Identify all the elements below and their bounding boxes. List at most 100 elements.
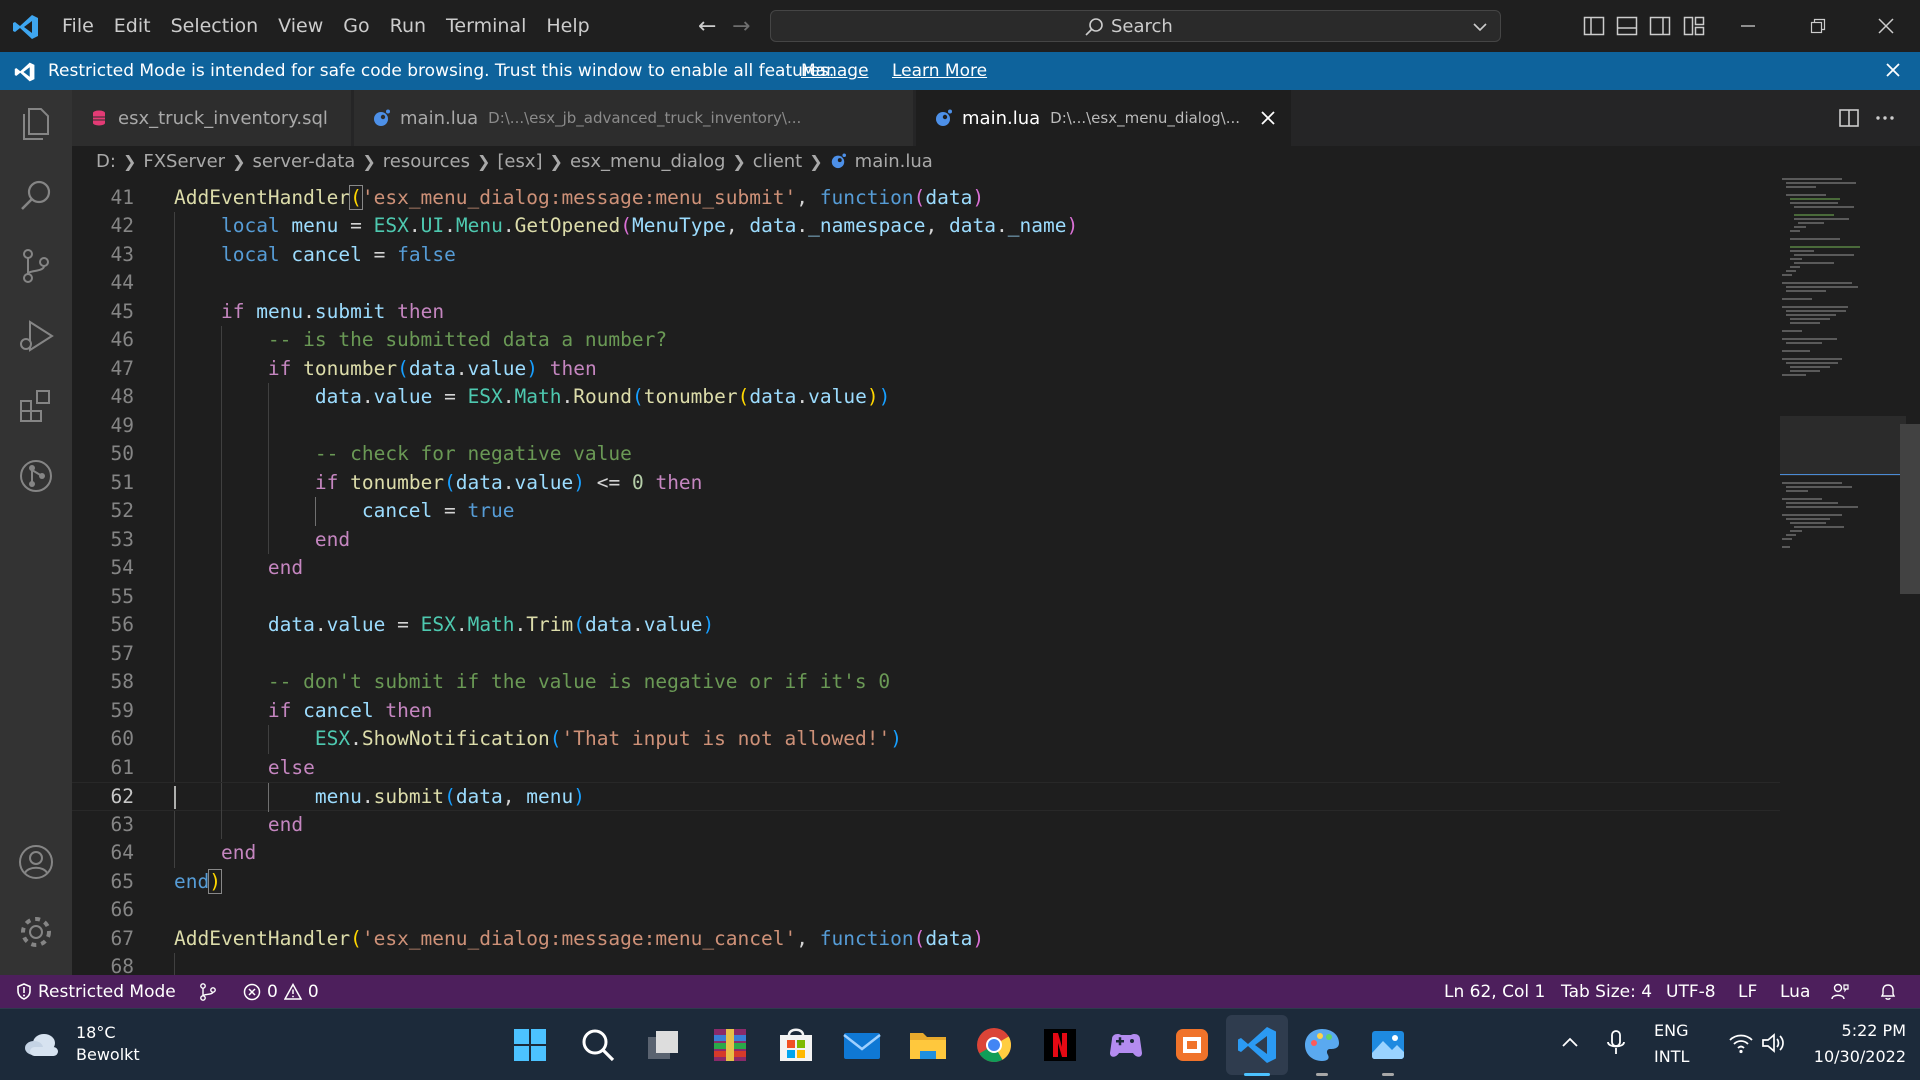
- code-line[interactable]: 66: [72, 896, 1780, 925]
- menu-go[interactable]: Go: [333, 8, 379, 44]
- code-line[interactable]: 43 local cancel = false: [72, 240, 1780, 269]
- input-language-1[interactable]: ENG: [1654, 1021, 1688, 1040]
- clock-date[interactable]: 10/30/2022: [1800, 1047, 1906, 1066]
- code-line[interactable]: 58 -- don't submit if the value is negat…: [72, 668, 1780, 697]
- chrome-icon[interactable]: [972, 1023, 1016, 1067]
- search-icon[interactable]: [16, 176, 56, 216]
- forward-arrow-icon[interactable]: →: [732, 14, 750, 39]
- notifications-bell-icon[interactable]: [1878, 982, 1898, 1002]
- input-language-2[interactable]: INTL: [1654, 1047, 1689, 1066]
- accounts-icon[interactable]: [16, 842, 56, 882]
- language-mode[interactable]: Lua: [1780, 982, 1810, 1002]
- weather-widget[interactable]: 18°C Bewolkt: [22, 1021, 162, 1069]
- split-editor-icon[interactable]: [1838, 107, 1860, 129]
- breadcrumb-item[interactable]: client: [753, 151, 802, 172]
- code-line[interactable]: 55: [72, 582, 1780, 611]
- netflix-icon[interactable]: [1038, 1023, 1082, 1067]
- code-line[interactable]: 49: [72, 411, 1780, 440]
- restore-button[interactable]: [1790, 8, 1846, 44]
- manage-gear-icon[interactable]: [16, 912, 56, 952]
- breadcrumb-item[interactable]: esx_menu_dialog: [570, 151, 725, 172]
- code-line[interactable]: 56 data.value = ESX.Math.Trim(data.value…: [72, 611, 1780, 640]
- breadcrumb-item[interactable]: server-data: [252, 151, 355, 172]
- learn-more-link[interactable]: Learn More: [892, 61, 987, 81]
- code-line[interactable]: 45 if menu.submit then: [72, 297, 1780, 326]
- code-line[interactable]: 57: [72, 639, 1780, 668]
- menu-file[interactable]: File: [52, 8, 104, 44]
- customize-layout-icon[interactable]: [1683, 15, 1705, 37]
- code-line[interactable]: 64 end: [72, 839, 1780, 868]
- minimize-button[interactable]: [1720, 8, 1776, 44]
- taskbar-search-icon[interactable]: [576, 1023, 620, 1067]
- breadcrumb-item[interactable]: resources: [383, 151, 470, 172]
- command-center-search[interactable]: Search: [770, 10, 1501, 42]
- code-line[interactable]: 68: [72, 953, 1780, 975]
- task-view-icon[interactable]: [642, 1023, 686, 1067]
- menu-help[interactable]: Help: [536, 8, 599, 44]
- encoding[interactable]: UTF-8: [1666, 982, 1716, 1002]
- code-line[interactable]: 46 -- is the submitted data a number?: [72, 326, 1780, 355]
- code-line[interactable]: 50 -- check for negative value: [72, 440, 1780, 469]
- orange-app-icon[interactable]: [1170, 1023, 1214, 1067]
- code-line[interactable]: 48 data.value = ESX.Math.Round(tonumber(…: [72, 383, 1780, 412]
- code-editor[interactable]: 40 41AddEventHandler('esx_menu_dialog:me…: [72, 176, 1920, 975]
- source-control-icon[interactable]: [16, 246, 56, 286]
- code-line[interactable]: 53 end: [72, 525, 1780, 554]
- close-window-button[interactable]: [1858, 8, 1914, 44]
- menu-view[interactable]: View: [268, 8, 333, 44]
- tab-size[interactable]: Tab Size: 4: [1561, 982, 1652, 1002]
- code-line[interactable]: 54 end: [72, 554, 1780, 583]
- explorer-icon[interactable]: [16, 104, 56, 144]
- menu-edit[interactable]: Edit: [104, 8, 161, 44]
- microsoft-store-icon[interactable]: [774, 1023, 818, 1067]
- back-arrow-icon[interactable]: ←: [698, 14, 716, 39]
- more-actions-icon[interactable]: [1874, 107, 1896, 129]
- code-line[interactable]: 51 if tonumber(data.value) <= 0 then: [72, 468, 1780, 497]
- code-line[interactable]: 63 end: [72, 810, 1780, 839]
- photos-icon[interactable]: [1366, 1023, 1410, 1067]
- code-line[interactable]: 61 else: [72, 753, 1780, 782]
- vscode-taskbar-icon[interactable]: [1236, 1023, 1280, 1067]
- tab-esx-truck-inventory-sql[interactable]: esx_truck_inventory.sql: [72, 90, 352, 146]
- vscode-logo-icon[interactable]: [12, 13, 40, 41]
- code-line[interactable]: 47 if tonumber(data.value) then: [72, 354, 1780, 383]
- file-explorer-icon[interactable]: [906, 1023, 950, 1067]
- vertical-scrollbar-thumb[interactable]: [1900, 424, 1920, 594]
- toggle-panel-icon[interactable]: [1616, 15, 1638, 37]
- toggle-primary-sidebar-icon[interactable]: [1583, 15, 1605, 37]
- clock-time[interactable]: 5:22 PM: [1826, 1021, 1906, 1040]
- toggle-secondary-sidebar-icon[interactable]: [1649, 15, 1671, 37]
- breadcrumb-item[interactable]: FXServer: [143, 151, 225, 172]
- code-line[interactable]: 44: [72, 269, 1780, 298]
- feedback-icon[interactable]: [1830, 982, 1850, 1002]
- code-line[interactable]: 42 local menu = ESX.UI.Menu.GetOpened(Me…: [72, 212, 1780, 241]
- paint-icon[interactable]: [1300, 1023, 1344, 1067]
- wifi-icon[interactable]: [1728, 1031, 1754, 1055]
- tab-main-lua-menu-dialog[interactable]: main.lua D:\...\esx_menu_dialog\...: [916, 90, 1292, 146]
- menu-run[interactable]: Run: [380, 8, 436, 44]
- run-and-debug-icon[interactable]: [16, 316, 56, 356]
- menu-selection[interactable]: Selection: [161, 8, 269, 44]
- problems-indicator[interactable]: 0 0: [243, 982, 319, 1002]
- chevron-down-icon[interactable]: [1472, 19, 1488, 35]
- code-line[interactable]: 59 if cancel then: [72, 696, 1780, 725]
- code-line-current[interactable]: 62 menu.submit(data, menu): [72, 782, 1780, 812]
- breadcrumb-item[interactable]: main.lua: [855, 151, 933, 172]
- code-line[interactable]: 40: [72, 176, 1780, 184]
- windows-start-icon[interactable]: [508, 1023, 552, 1067]
- cursor-position[interactable]: Ln 62, Col 1: [1444, 982, 1545, 1002]
- breadcrumb-item[interactable]: [esx]: [497, 151, 542, 172]
- code-line[interactable]: 67 AddEventHandler('esx_menu_dialog:messa…: [72, 925, 1780, 954]
- close-banner-icon[interactable]: [1884, 61, 1902, 79]
- extensions-icon[interactable]: [16, 386, 56, 426]
- tab-main-lua-truck-inventory[interactable]: main.lua D:\...\esx_jb_advanced_truck_in…: [354, 90, 914, 146]
- code-line[interactable]: 41 AddEventHandler('esx_menu_dialog:messa…: [72, 184, 1780, 213]
- code-line[interactable]: 52 cancel = true: [72, 497, 1780, 526]
- mail-icon[interactable]: [840, 1023, 884, 1067]
- volume-icon[interactable]: [1760, 1031, 1786, 1055]
- winrar-icon[interactable]: [708, 1023, 752, 1067]
- manage-link[interactable]: Manage: [801, 61, 869, 81]
- source-control-status-icon[interactable]: [198, 982, 218, 1002]
- end-of-line[interactable]: LF: [1738, 982, 1757, 1002]
- xbox-game-icon[interactable]: [1104, 1023, 1148, 1067]
